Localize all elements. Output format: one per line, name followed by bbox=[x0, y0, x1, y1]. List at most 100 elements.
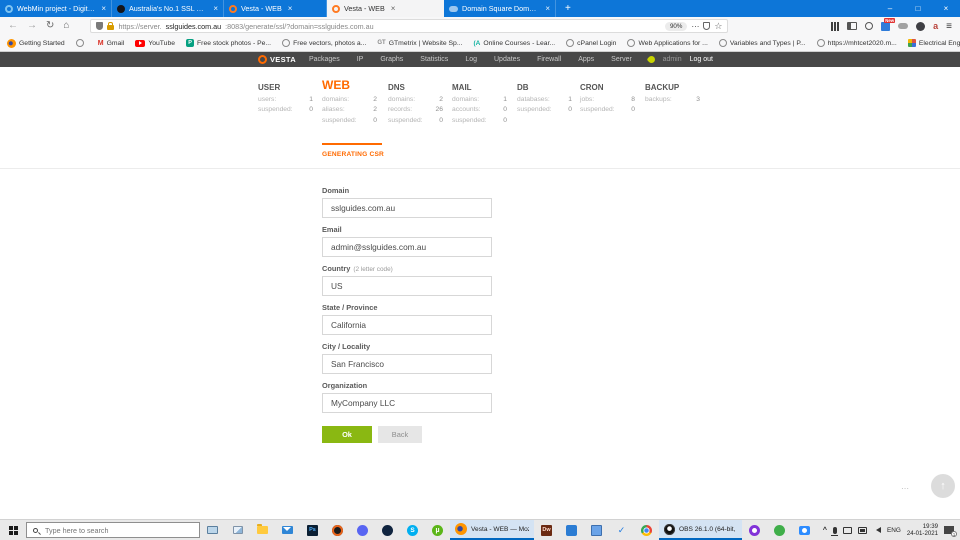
bookmark-mhtcet[interactable]: https://mhtcet2020.m... bbox=[817, 39, 897, 47]
tab-close-icon[interactable]: × bbox=[101, 4, 106, 13]
history-extension-icon[interactable] bbox=[865, 22, 873, 30]
taskbar-pc-icon[interactable] bbox=[200, 520, 225, 540]
bookmark-getting-started[interactable]: Getting Started bbox=[7, 39, 65, 48]
back-button[interactable]: Back bbox=[378, 426, 422, 443]
cloud-extension-icon[interactable] bbox=[898, 23, 908, 29]
ok-button[interactable]: Ok bbox=[322, 426, 372, 443]
tab-generating-csr[interactable]: GENERATING CSR bbox=[322, 143, 382, 158]
browser-tab-domain-square[interactable]: Domain Square Domain Nam... × bbox=[444, 0, 556, 17]
firefox-task-button[interactable]: Vesta - WEB — Moz... bbox=[450, 520, 534, 540]
home-icon[interactable]: ⌂ bbox=[63, 21, 69, 31]
taskbar-photoshop-icon[interactable]: Ps bbox=[300, 520, 325, 540]
browser-tab-webmin[interactable]: WebMin project - DigitalOcean × bbox=[0, 0, 112, 17]
taskbar-purple-app-icon[interactable] bbox=[742, 520, 767, 540]
action-center-icon[interactable]: 1 bbox=[944, 526, 954, 534]
browser-tab-ssl-cert[interactable]: Australia's No.1 SSL Certificate × bbox=[112, 0, 224, 17]
zoom-level-badge[interactable]: 90% bbox=[665, 22, 687, 31]
tray-network-icon[interactable] bbox=[858, 527, 867, 534]
page-actions-icon[interactable]: ⋯ bbox=[691, 22, 699, 31]
close-button[interactable]: × bbox=[932, 0, 960, 17]
nav-item-graphs[interactable]: Graphs bbox=[380, 56, 403, 63]
taskbar-steam-icon[interactable] bbox=[375, 520, 400, 540]
taskbar-mail-icon[interactable] bbox=[275, 520, 300, 540]
bookmark-web-apps[interactable]: Web Applications for ... bbox=[627, 39, 707, 47]
tracking-protection-shield-icon[interactable] bbox=[96, 22, 103, 30]
taskbar-skype-icon[interactable]: S bbox=[400, 520, 425, 540]
notification-bell-icon[interactable] bbox=[646, 55, 656, 65]
obs-task-button[interactable]: OBS 26.1.0 (64-bit, ... bbox=[659, 520, 742, 540]
tray-expand-icon[interactable]: ^ bbox=[823, 527, 827, 534]
ssl-lock-icon[interactable] bbox=[107, 25, 114, 30]
refresh-icon[interactable]: ↻ bbox=[46, 21, 54, 31]
state-field[interactable] bbox=[322, 315, 492, 335]
taskbar-photos-icon[interactable] bbox=[225, 520, 250, 540]
taskbar-green-app-icon[interactable] bbox=[767, 520, 792, 540]
sidebar-toggle-icon[interactable] bbox=[847, 22, 857, 30]
maximize-button[interactable]: □ bbox=[904, 0, 932, 17]
tray-cast-icon[interactable] bbox=[843, 527, 852, 534]
bookmark-gmail[interactable]: MGmail bbox=[98, 40, 125, 47]
taskbar-chrome-icon[interactable] bbox=[634, 520, 659, 540]
taskbar-search[interactable] bbox=[26, 522, 200, 538]
taskbar-vscode-icon[interactable] bbox=[559, 520, 584, 540]
hamburger-menu-icon[interactable]: ≡ bbox=[946, 21, 952, 32]
bookmark-online-courses[interactable]: (AOnline Courses - Lear... bbox=[474, 40, 556, 47]
blue-extension-icon[interactable]: New bbox=[881, 22, 890, 31]
bookmark-variables[interactable]: Variables and Types | P... bbox=[719, 39, 806, 47]
minimize-button[interactable]: – bbox=[876, 0, 904, 17]
nav-item-server[interactable]: Server bbox=[611, 56, 632, 63]
bookmark-gtmetrix[interactable]: GTGTmetrix | Website Sp... bbox=[377, 40, 462, 47]
city-field[interactable] bbox=[322, 354, 492, 374]
vesta-brand[interactable]: VESTA bbox=[258, 55, 296, 64]
dark-extension-icon[interactable] bbox=[916, 22, 925, 31]
taskbar-dreamweaver-icon[interactable]: Dw bbox=[534, 520, 559, 540]
tray-language-label[interactable]: ENG bbox=[887, 527, 901, 534]
scroll-to-top-button[interactable]: ↑ bbox=[931, 474, 955, 498]
forward-icon[interactable]: → bbox=[27, 21, 37, 31]
bookmark-pexels[interactable]: PFree stock photos - Pe... bbox=[186, 39, 271, 47]
bookmark-youtube[interactable]: YouTube bbox=[135, 40, 175, 47]
taskbar-discord-icon[interactable] bbox=[350, 520, 375, 540]
domain-field[interactable] bbox=[322, 198, 492, 218]
bookmark-globe[interactable] bbox=[76, 39, 87, 47]
nav-item-updates[interactable]: Updates bbox=[494, 56, 520, 63]
nav-item-packages[interactable]: Packages bbox=[309, 56, 340, 63]
taskbar-media-app-icon[interactable] bbox=[325, 520, 350, 540]
nav-item-apps[interactable]: Apps bbox=[578, 56, 594, 63]
search-input[interactable] bbox=[43, 525, 173, 536]
browser-tab-vesta-1[interactable]: Vesta - WEB × bbox=[224, 0, 327, 17]
taskbar-explorer-icon[interactable] bbox=[250, 520, 275, 540]
tab-close-icon[interactable]: × bbox=[391, 4, 396, 13]
bookmark-cpanel[interactable]: cPanel Login bbox=[566, 39, 616, 47]
nav-item-ip[interactable]: IP bbox=[357, 56, 364, 63]
user-admin-link[interactable]: admin bbox=[663, 56, 682, 63]
stat-title-backup[interactable]: BACKUP bbox=[645, 77, 711, 92]
equalizer-extension-icon[interactable] bbox=[831, 22, 839, 31]
nav-item-statistics[interactable]: Statistics bbox=[420, 56, 448, 63]
bookmark-electrical-eng[interactable]: Electrical Engineering ... bbox=[908, 39, 960, 47]
stat-title-web[interactable]: WEB bbox=[322, 77, 388, 92]
pocket-icon[interactable] bbox=[703, 22, 710, 30]
bookmark-free-vectors[interactable]: Free vectors, photos a... bbox=[282, 39, 366, 47]
organization-field[interactable] bbox=[322, 393, 492, 413]
back-icon[interactable]: ← bbox=[8, 21, 18, 31]
stat-title-user[interactable]: USER bbox=[258, 77, 322, 92]
a-extension-icon[interactable]: a bbox=[933, 22, 938, 31]
email-field[interactable] bbox=[322, 237, 492, 257]
taskbar-window-app-icon[interactable] bbox=[584, 520, 609, 540]
tray-mic-icon[interactable] bbox=[833, 527, 837, 534]
stat-title-cron[interactable]: CRON bbox=[580, 77, 645, 92]
tray-volume-icon[interactable] bbox=[873, 527, 881, 533]
tab-close-icon[interactable]: × bbox=[545, 4, 550, 13]
country-field[interactable] bbox=[322, 276, 492, 296]
taskbar-todo-icon[interactable]: ✓ bbox=[609, 520, 634, 540]
nav-item-firewall[interactable]: Firewall bbox=[537, 56, 561, 63]
browser-tab-vesta-active[interactable]: Vesta - WEB × bbox=[327, 0, 444, 17]
stat-title-dns[interactable]: DNS bbox=[388, 77, 452, 92]
logout-link[interactable]: Log out bbox=[690, 56, 713, 63]
taskbar-zoom-icon[interactable] bbox=[792, 520, 817, 540]
bookmark-star-icon[interactable]: ☆ bbox=[714, 21, 722, 32]
tray-clock[interactable]: 19:39 24-01-2021 bbox=[907, 523, 938, 537]
tab-close-icon[interactable]: × bbox=[213, 4, 218, 13]
taskbar-utorrent-icon[interactable]: µ bbox=[425, 520, 450, 540]
